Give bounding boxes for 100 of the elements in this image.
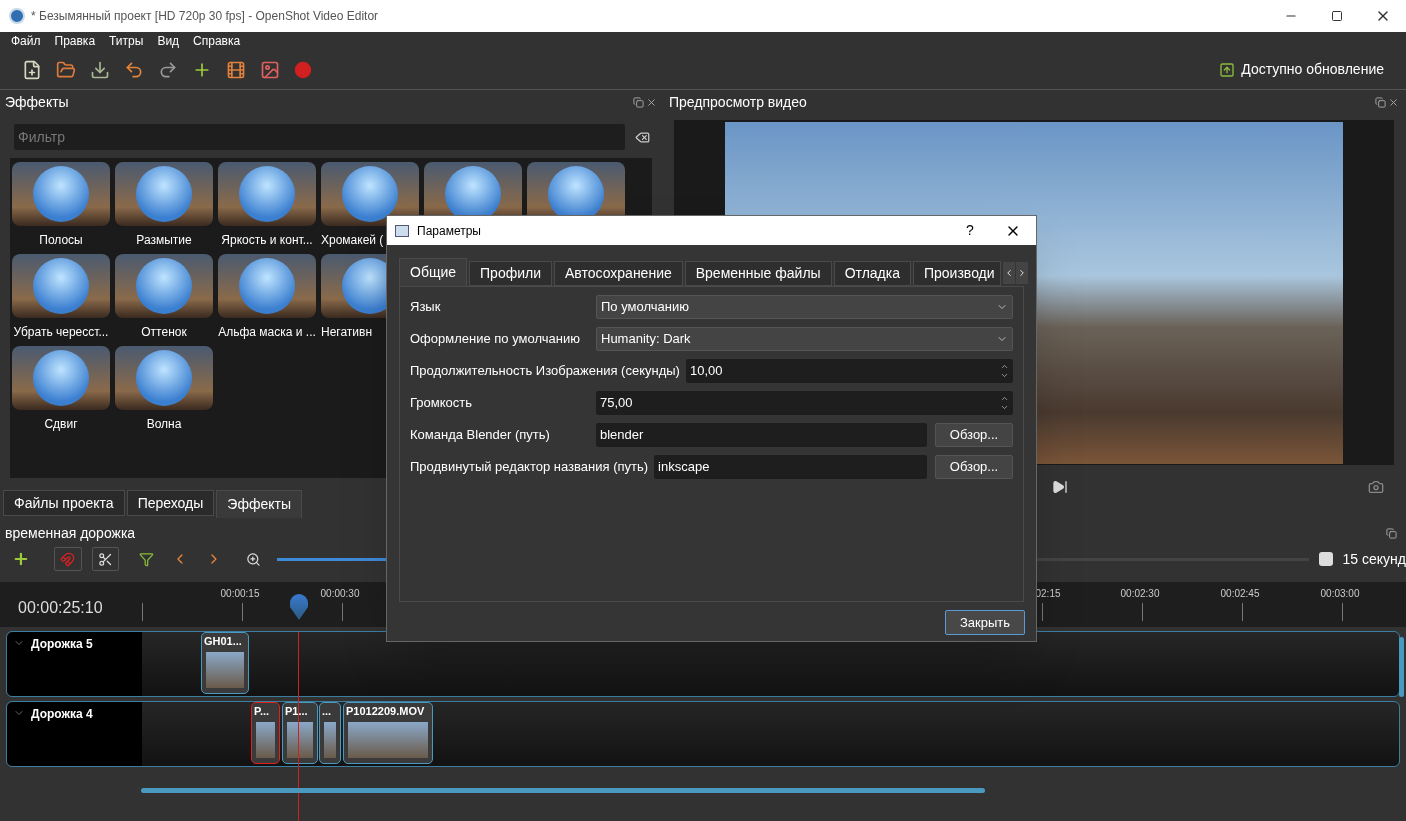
clip-label: GH01... bbox=[203, 634, 243, 649]
tab-scroll-left-button[interactable] bbox=[1003, 262, 1015, 284]
setting-label: Язык bbox=[410, 298, 442, 317]
snap-button[interactable] bbox=[53, 547, 82, 571]
clip-thumbnail bbox=[324, 721, 336, 758]
panel-title: Эффекты bbox=[5, 92, 69, 112]
picture-icon[interactable] bbox=[260, 59, 280, 80]
timecode: 00:00:25:10 bbox=[18, 598, 103, 618]
window-title: * Безымянный проект [HD 720p 30 fps] - OpenShot Video Editor bbox=[31, 8, 379, 25]
zoom-icon[interactable] bbox=[246, 551, 261, 567]
clear-icon[interactable] bbox=[635, 129, 650, 145]
menu-item[interactable]: Вид bbox=[157, 32, 180, 50]
spin-field[interactable]: 75,00 bbox=[596, 391, 1013, 415]
filter-field[interactable]: Фильтр bbox=[14, 124, 625, 150]
float-icon[interactable] bbox=[1386, 527, 1397, 539]
close-icon[interactable] bbox=[646, 96, 657, 108]
dropdown[interactable]: Humanity: Dark bbox=[596, 327, 1013, 351]
razor-button[interactable] bbox=[91, 547, 120, 571]
float-icon[interactable] bbox=[633, 96, 644, 108]
redo-icon[interactable] bbox=[158, 59, 178, 80]
ruler-label: 00:02:30 bbox=[1120, 587, 1160, 601]
ruler-label: 00:00:30 bbox=[320, 587, 360, 601]
effect-thumbnail[interactable] bbox=[115, 346, 213, 410]
browse-button[interactable]: Обзор... bbox=[935, 423, 1013, 447]
setting-label: Продолжительность Изображения (секунды) bbox=[410, 362, 681, 381]
clip-label: ... bbox=[321, 704, 333, 719]
clip-label: P... bbox=[253, 704, 271, 719]
dropdown[interactable]: По умолчанию bbox=[596, 295, 1013, 319]
effect-thumbnail[interactable] bbox=[218, 162, 316, 226]
help-button[interactable]: ? bbox=[950, 216, 990, 245]
path-field[interactable]: blender bbox=[596, 423, 927, 447]
panel-title: Предпросмотр видео bbox=[669, 92, 807, 112]
effect-label: Альфа маска и ... bbox=[218, 324, 316, 341]
app-logo-icon bbox=[9, 8, 25, 24]
panel-tab[interactable]: Файлы проекта bbox=[3, 490, 125, 516]
new-file-icon[interactable] bbox=[22, 59, 42, 80]
float-icon[interactable] bbox=[1375, 96, 1386, 108]
dialog-title: Параметры bbox=[417, 222, 481, 240]
setting-label: Оформление по умолчанию bbox=[410, 330, 581, 349]
dialog-tab[interactable]: Общие bbox=[399, 258, 468, 286]
camera-icon[interactable] bbox=[1368, 479, 1384, 495]
close-icon[interactable] bbox=[1388, 96, 1399, 108]
horizontal-scrollbar[interactable] bbox=[141, 788, 985, 793]
menu-item[interactable]: Справка bbox=[193, 32, 241, 50]
magnet-icon bbox=[60, 551, 76, 567]
save-icon[interactable] bbox=[90, 59, 110, 80]
setting-label: Громкость bbox=[410, 394, 473, 413]
dialog-tab[interactable]: Профили bbox=[469, 261, 552, 286]
effect-thumbnail[interactable] bbox=[115, 162, 213, 226]
dialog-icon bbox=[395, 224, 409, 237]
effect-label: Убрать чересст... bbox=[13, 324, 109, 341]
marker-icon[interactable] bbox=[139, 551, 155, 567]
plus-icon[interactable] bbox=[12, 550, 30, 568]
playhead-icon[interactable] bbox=[290, 594, 308, 620]
dialog-tab[interactable]: Отладка bbox=[833, 261, 911, 286]
effect-thumbnail[interactable] bbox=[218, 254, 316, 318]
dialog-tab[interactable]: Производи bbox=[913, 261, 1001, 286]
scissors-icon bbox=[98, 551, 114, 567]
undo-icon[interactable] bbox=[124, 59, 144, 80]
effect-label: Сдвиг bbox=[44, 416, 78, 433]
browse-button[interactable]: Обзор... bbox=[935, 455, 1013, 479]
skip-forward-icon[interactable] bbox=[1052, 479, 1068, 495]
path-field[interactable]: inkscape bbox=[654, 455, 927, 479]
tab-scroll-right-button[interactable] bbox=[1016, 262, 1028, 284]
clip[interactable]: GH01... bbox=[201, 632, 249, 694]
panel-tab[interactable]: Эффекты bbox=[216, 490, 302, 518]
effect-thumbnail[interactable] bbox=[115, 254, 213, 318]
effect-thumbnail[interactable] bbox=[12, 254, 110, 318]
setting-label: Команда Blender (путь) bbox=[410, 426, 551, 445]
effect-label: Оттенок bbox=[141, 324, 187, 341]
clip-thumbnail bbox=[256, 721, 275, 758]
effect-label: Негативн bbox=[321, 324, 373, 341]
effect-thumbnail[interactable] bbox=[12, 346, 110, 410]
maximize-icon bbox=[1331, 10, 1343, 22]
clip-thumbnail bbox=[287, 721, 313, 758]
clip[interactable]: ... bbox=[319, 702, 341, 764]
track-name: Дорожка 5 bbox=[31, 636, 93, 653]
effect-thumbnail[interactable] bbox=[321, 162, 419, 226]
panel-tab[interactable]: Переходы bbox=[126, 490, 215, 516]
clip[interactable]: P1012209.MOV bbox=[343, 702, 433, 764]
panel-title: временная дорожка bbox=[5, 523, 136, 543]
clip-label: P1012209.MOV bbox=[345, 704, 426, 719]
dialog-tab[interactable]: Временные файлы bbox=[684, 261, 832, 286]
menu-item[interactable]: Файл bbox=[11, 32, 41, 50]
effect-label: Яркость и конт... bbox=[221, 232, 313, 249]
folder-icon[interactable] bbox=[56, 59, 76, 80]
zoom-handle-icon[interactable] bbox=[1318, 552, 1333, 566]
effect-thumbnail[interactable] bbox=[12, 162, 110, 226]
vertical-scrollbar[interactable] bbox=[1399, 637, 1404, 697]
ruler-label: 00:03:00 bbox=[1320, 587, 1360, 601]
dialog-tab[interactable]: Автосохранение bbox=[554, 261, 683, 286]
close-dialog-button[interactable]: Закрыть bbox=[945, 610, 1025, 635]
menu-item[interactable]: Правка bbox=[54, 32, 96, 50]
update-icon[interactable] bbox=[1219, 61, 1236, 78]
clip[interactable]: P... bbox=[251, 702, 280, 764]
film-icon[interactable] bbox=[226, 59, 246, 80]
menu-item[interactable]: Титры bbox=[109, 32, 144, 50]
ruler-label: 00:02:45 bbox=[1220, 587, 1260, 601]
update-link[interactable]: Доступно обновление bbox=[1241, 59, 1384, 80]
spin-field[interactable]: 10,00 bbox=[685, 359, 1013, 383]
